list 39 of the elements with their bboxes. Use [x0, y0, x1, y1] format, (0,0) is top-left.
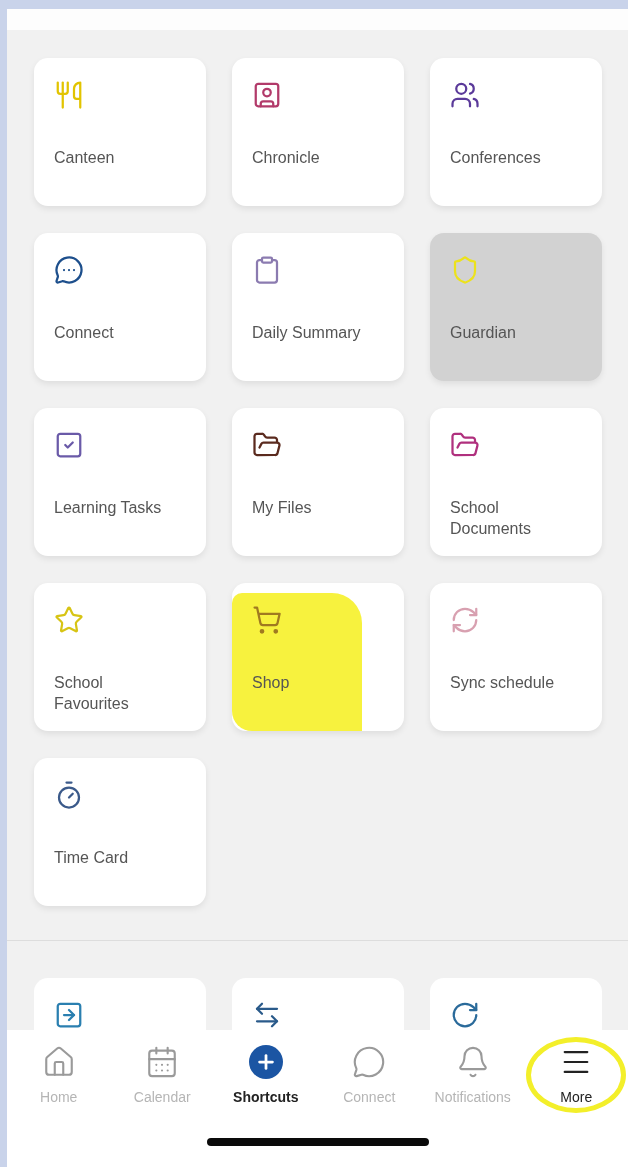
tab-bar-item[interactable]: Shortcuts [215, 1037, 316, 1113]
tile-label: My Files [252, 498, 313, 518]
shortcut-tile[interactable]: Time Card [34, 758, 206, 906]
tab-bar-item[interactable]: More [526, 1037, 627, 1113]
tile-label: Conferences [450, 148, 542, 168]
add-icon [248, 1045, 283, 1079]
shortcut-tile[interactable]: Learning Tasks [34, 408, 206, 556]
tile-label: School Favourites [54, 673, 130, 714]
utensils-icon [54, 80, 84, 110]
shortcut-tile[interactable]: Daily Summary [232, 233, 404, 381]
refresh-icon [450, 1000, 480, 1030]
shortcut-tile[interactable]: Conferences [430, 58, 602, 206]
shortcut-tile[interactable]: Chronicle [232, 58, 404, 206]
tile-label: Connect [54, 323, 115, 343]
tile-label: Learning Tasks [54, 498, 163, 518]
tile-label: Guardian [450, 323, 517, 343]
star-icon [54, 605, 84, 635]
tile-label: Daily Summary [252, 323, 362, 343]
shortcut-tile[interactable]: Shop [232, 583, 404, 731]
chat-bubble-icon [54, 255, 84, 285]
cart-icon [252, 605, 282, 635]
tile-label: Time Card [54, 848, 130, 868]
chat-bubble-icon [352, 1045, 387, 1079]
shortcut-tile[interactable]: Connect [34, 233, 206, 381]
shortcut-tile[interactable]: Canteen [34, 58, 206, 206]
shortcut-tile[interactable]: Sync schedule [430, 583, 602, 731]
people-icon [450, 80, 480, 110]
shortcut-tile[interactable]: School Favourites [34, 583, 206, 731]
shortcut-tile[interactable]: Guardian [430, 233, 602, 381]
tile-label: Chronicle [252, 148, 321, 168]
sync-icon [450, 605, 480, 635]
tile-label: Canteen [54, 148, 116, 168]
shortcut-tile[interactable]: School Documents [430, 408, 602, 556]
tile-label: Sync schedule [450, 673, 556, 693]
tile-label: School Documents [450, 498, 532, 539]
checkbox-icon [54, 430, 84, 460]
tile-label: Shop [252, 673, 291, 693]
shortcut-tile[interactable]: My Files [232, 408, 404, 556]
person-card-icon [252, 80, 282, 110]
